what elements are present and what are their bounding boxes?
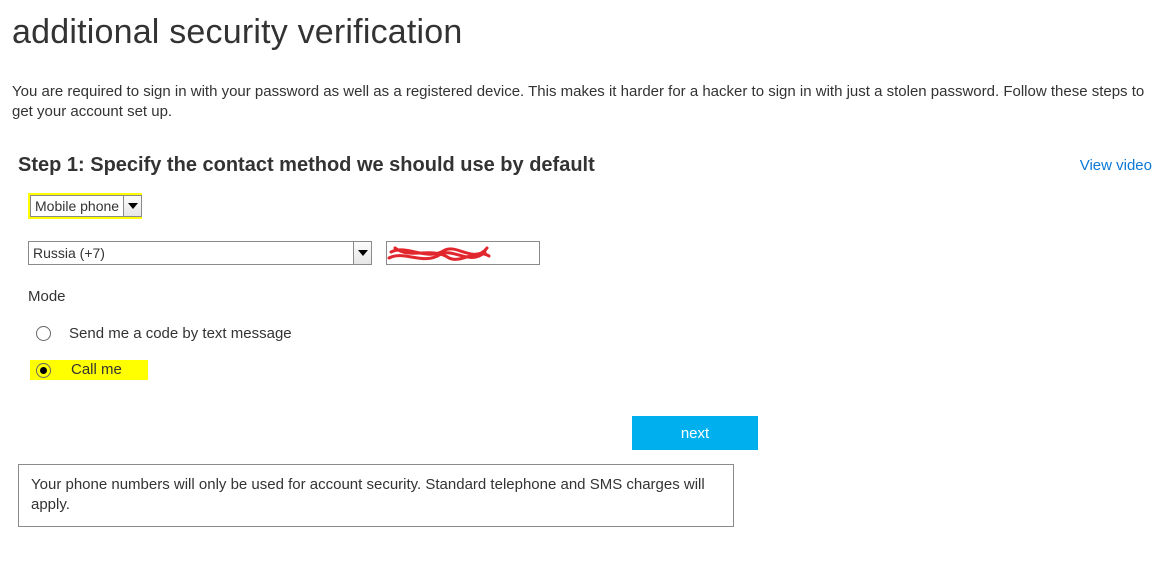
country-code-value: Russia (+7) [29,244,109,263]
mode-label: Mode [28,287,1158,307]
contact-method-highlight: Mobile phone [28,193,142,219]
view-video-link[interactable]: View video [1080,156,1152,176]
chevron-down-icon [353,242,371,264]
contact-method-select[interactable]: Mobile phone [30,195,142,217]
contact-method-value: Mobile phone [31,197,123,216]
redaction-scribble-icon [387,242,540,265]
page-title: additional security verification [12,10,1158,56]
mode-radio-call[interactable] [36,363,51,378]
mode-radio-text[interactable] [36,326,51,341]
privacy-notice: Your phone numbers will only be used for… [18,464,734,527]
step-heading: Step 1: Specify the contact method we sh… [18,152,595,179]
mode-radio-call-label[interactable]: Call me [69,360,124,380]
next-button[interactable]: next [632,416,758,450]
mode-radio-text-label[interactable]: Send me a code by text message [69,324,292,344]
country-code-select[interactable]: Russia (+7) [28,241,372,265]
phone-number-input[interactable] [386,241,540,265]
chevron-down-icon [123,196,141,216]
intro-text: You are required to sign in with your pa… [12,82,1158,123]
